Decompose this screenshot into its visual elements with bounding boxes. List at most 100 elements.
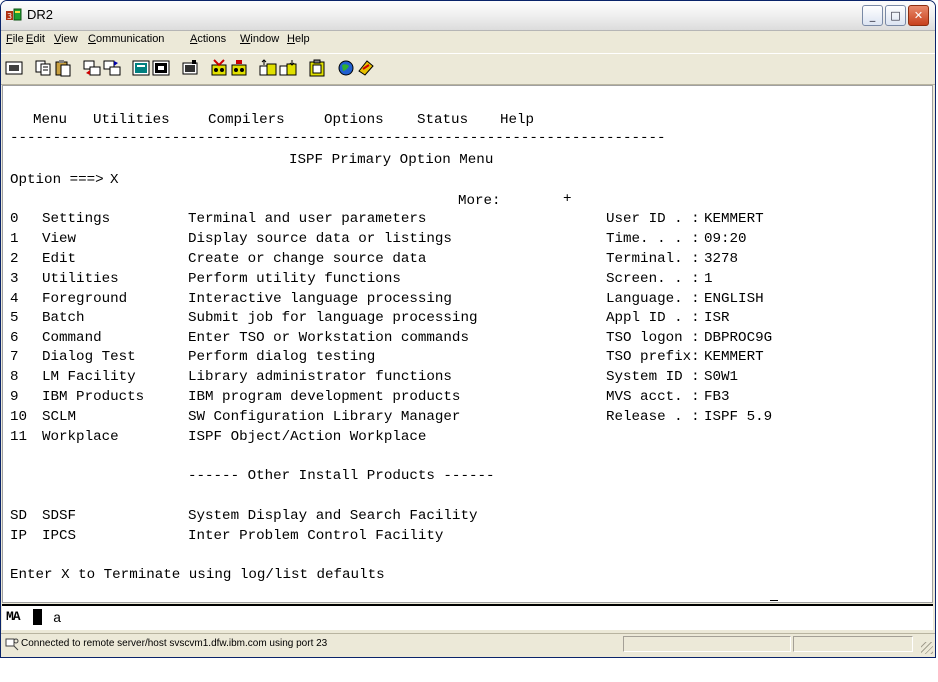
info-label: Terminal. : [606,251,700,267]
info-label: Release . : [606,409,700,425]
more-label: More: [458,193,501,209]
option-desc: Display source data or listings [188,231,452,247]
info-label: Screen. . : [606,271,700,287]
separator-line: ----------------------------------------… [10,130,666,146]
other-option-desc: System Display and Search Facility [188,508,478,524]
option-name[interactable]: SCLM [42,408,76,426]
option-code[interactable]: 0 [10,210,19,228]
option-code[interactable]: 2 [10,250,19,268]
option-desc: Perform utility functions [188,271,401,287]
info-label: TSO logon : [606,330,700,346]
menu-communication[interactable]: Communication [88,33,164,45]
close-button[interactable]: ✕ [908,5,929,26]
transfer-down-icon[interactable] [279,59,297,77]
terminal-screen[interactable]: Menu Utilities Compilers Options Status … [2,85,933,603]
info-value: ISR [704,310,730,326]
menu-window[interactable]: Window [240,33,279,45]
panel-title: ISPF Primary Option Menu [289,152,494,168]
command-prompt: Option ===> [10,172,104,188]
status-bar: Connected to remote server/host svscvm1.… [1,633,935,656]
option-name[interactable]: Dialog Test [42,348,136,366]
action-help[interactable]: Help [500,111,534,129]
info-label: System ID : [606,369,700,385]
option-code[interactable]: 10 [10,408,27,426]
info-value: KEMMERT [704,211,764,227]
option-code[interactable]: 4 [10,290,19,308]
option-code[interactable]: 3 [10,270,19,288]
option-name[interactable]: IBM Products [42,388,144,406]
menu-view[interactable]: View [54,33,78,45]
option-name[interactable]: Utilities [42,270,119,288]
option-name[interactable]: LM Facility [42,368,136,386]
connect-icon[interactable] [357,59,375,77]
option-name[interactable]: Edit [42,250,76,268]
status-connection-icon [5,638,19,651]
other-option-code[interactable]: IP [10,527,27,545]
info-label: Appl ID . : [606,310,700,326]
menu-actions[interactable]: Actions [190,33,226,45]
option-desc: ISPF Object/Action Workplace [188,429,427,445]
operator-info-area: MA a [2,600,933,630]
record-icon[interactable] [210,59,228,77]
other-option-name[interactable]: SDSF [42,507,76,525]
status-panel [623,636,791,652]
action-options[interactable]: Options [324,111,384,129]
info-value: 09:20 [704,231,747,247]
toolbar [1,53,935,85]
action-compilers[interactable]: Compilers [208,111,285,129]
terminate-hint: Enter X to Terminate using log/list defa… [10,567,385,583]
info-label: Language. : [606,291,700,307]
command-input[interactable]: X [110,171,119,189]
option-desc: Library administrator functions [188,369,452,385]
option-code[interactable]: 6 [10,329,19,347]
option-desc: Interactive language processing [188,291,452,307]
other-option-name[interactable]: IPCS [42,527,76,545]
window-title: DR2 [27,7,54,22]
play-icon[interactable] [230,59,248,77]
option-code[interactable]: 7 [10,348,19,366]
menu-file[interactable]: File [6,33,24,45]
info-value: ENGLISH [704,291,764,307]
option-name[interactable]: Settings [42,210,110,228]
globe-icon[interactable] [337,59,355,77]
title-bar[interactable]: 3 DR2 _ □ ✕ [1,1,935,31]
option-code[interactable]: 9 [10,388,19,406]
transfer-up-icon[interactable] [259,59,277,77]
option-name[interactable]: Batch [42,309,85,327]
option-desc: Submit job for language processing [188,310,478,326]
info-value: S0W1 [704,369,739,385]
receive-icon[interactable] [103,59,121,77]
keyboard-icon[interactable] [152,59,170,77]
send-icon[interactable] [83,59,101,77]
copy-icon[interactable] [34,59,52,77]
clipboard-icon[interactable] [308,59,326,77]
option-code[interactable]: 5 [10,309,19,327]
action-status[interactable]: Status [417,111,468,129]
macro-icon[interactable] [181,59,199,77]
resize-grip[interactable] [921,642,933,654]
menu-edit[interactable]: Edit [26,33,45,45]
option-code[interactable]: 8 [10,368,19,386]
info-value: KEMMERT [704,349,764,365]
print-icon[interactable] [5,59,23,77]
cursor-marker [770,600,778,601]
paste-icon[interactable] [54,59,72,77]
option-name[interactable]: Workplace [42,428,119,446]
other-option-code[interactable]: SD [10,507,27,525]
info-value: 1 [704,271,713,287]
action-utilities[interactable]: Utilities [93,111,170,129]
option-name[interactable]: View [42,230,76,248]
option-code[interactable]: 11 [10,428,27,446]
maximize-button[interactable]: □ [885,5,906,26]
info-value: ISPF 5.9 [704,409,773,425]
status-text: Connected to remote server/host svscvm1.… [21,638,328,649]
info-value: 3278 [704,251,739,267]
action-menu[interactable]: Menu [33,111,67,129]
minimize-button[interactable]: _ [862,5,883,26]
option-name[interactable]: Command [42,329,102,347]
option-name[interactable]: Foreground [42,290,127,308]
display-icon[interactable] [132,59,150,77]
menu-help[interactable]: Help [287,33,310,45]
oia-mode: MA [6,609,41,625]
option-code[interactable]: 1 [10,230,19,248]
